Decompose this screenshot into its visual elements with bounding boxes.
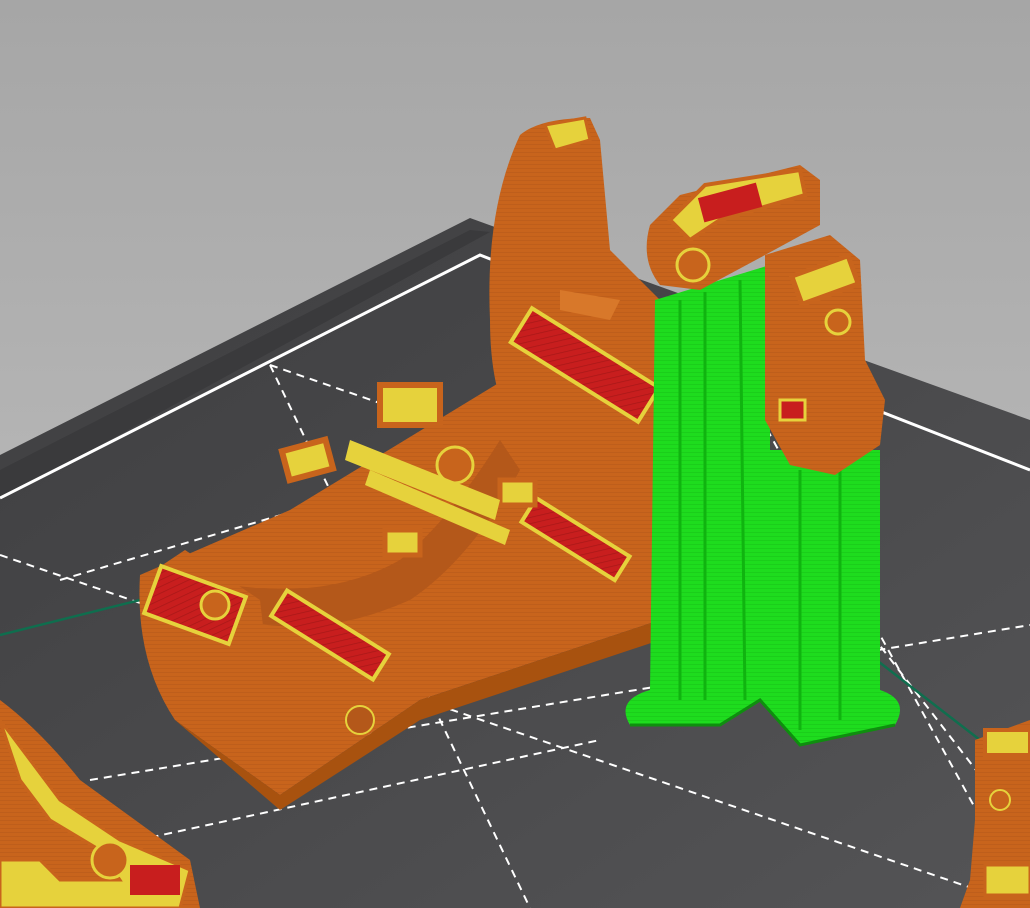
screw-hole-left bbox=[199, 589, 231, 621]
corner-right-top bbox=[983, 728, 1030, 757]
corner-right-infill bbox=[983, 863, 1030, 897]
boss-3 bbox=[497, 477, 538, 508]
bracket-post-hole bbox=[824, 308, 852, 336]
corner-right-hole bbox=[989, 789, 1011, 811]
3d-preview-viewport[interactable] bbox=[0, 0, 1030, 908]
boss-4 bbox=[382, 527, 423, 558]
corner-left-red bbox=[130, 865, 180, 895]
bracket-hole bbox=[675, 247, 711, 283]
bracket-slot bbox=[778, 398, 807, 422]
boss-1 bbox=[377, 382, 443, 428]
corner-left-hole bbox=[90, 840, 130, 880]
screw-hole-bottom bbox=[345, 705, 375, 735]
3d-scene[interactable] bbox=[0, 0, 1030, 908]
